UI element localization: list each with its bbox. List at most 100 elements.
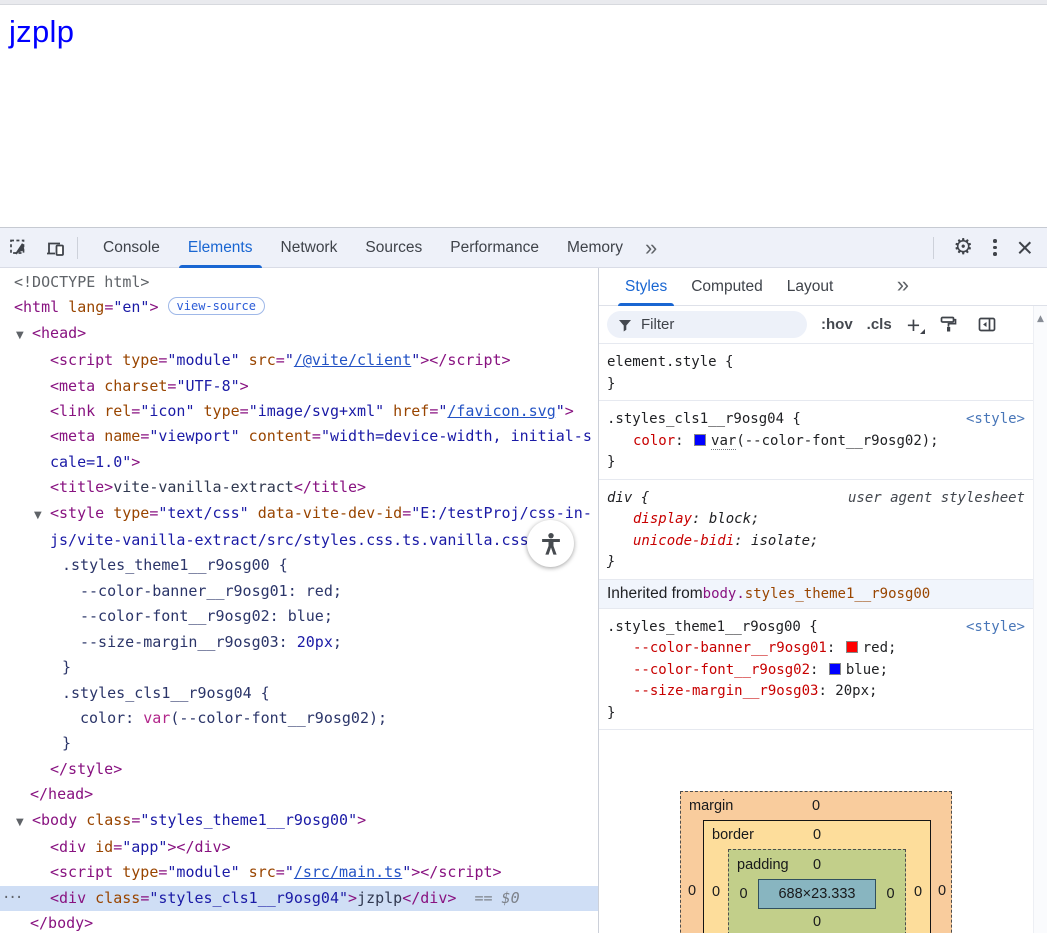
style-sections: element.style {} .styles_cls1__r9osg04 {<… [599,344,1033,730]
inherited-node-link[interactable]: body. [703,586,745,602]
tree-node[interactable]: --color-banner__r9osg01: red; [0,579,598,604]
box-model-diagram[interactable]: margin 0 0 border 0 0 padding 0 0 688×23… [680,791,952,933]
border-top-value[interactable]: 0 [813,827,821,843]
margin-top-value[interactable]: 0 [812,798,820,814]
tab-styles[interactable]: Styles [613,268,679,306]
css-declaration-line[interactable]: --color-font__r9osg02: blue; [599,660,1033,682]
styles-scrollbar[interactable]: ▲ [1033,306,1047,933]
padding-right-value[interactable]: 0 [876,886,905,902]
code-segment: = [402,503,412,522]
accessibility-button[interactable] [527,520,574,567]
tab-network[interactable]: Network [267,228,352,268]
scroll-up-arrow-icon[interactable]: ▲ [1034,314,1047,324]
format-styles-button[interactable] [939,315,958,334]
screen: { "page": { "heading": "jzplp", "heading… [0,0,1047,933]
resource-link[interactable]: /favicon.svg [447,402,555,420]
tree-node[interactable]: color: var(--color-font__r9osg02); [0,706,598,731]
css-declaration-line[interactable]: --size-margin__r9osg03: 20px; [599,681,1033,703]
code-segment: 20px [296,632,333,651]
css-declaration-line[interactable]: element.style { [599,352,1033,374]
tree-node-selected[interactable]: ··· <div class="styles_cls1__r9osg04">jzp… [0,885,598,912]
tab-memory[interactable]: Memory [553,228,637,268]
tab-computed[interactable]: Computed [679,268,775,306]
margin-left-value[interactable]: 0 [681,883,703,899]
tree-node[interactable]: </head> [0,782,598,807]
tree-node[interactable]: <script type="module" src="/@vite/client… [0,348,598,373]
more-tabs-button[interactable]: » [637,235,665,261]
tree-node[interactable]: <!DOCTYPE html> [0,270,598,295]
inherited-node-link[interactable]: styles_theme1__r9osg00 [745,586,930,602]
tree-node[interactable]: ▼ <head> [0,321,598,348]
resource-link[interactable]: /src/main.ts [294,863,402,881]
border-right-value[interactable]: 0 [906,884,930,900]
tab-layout[interactable]: Layout [775,268,846,306]
tree-node[interactable]: <script type="module" src="/src/main.ts"… [0,860,598,885]
tree-node[interactable]: ▼ <style type = "text/css" data-vite-dev-id… [0,501,598,528]
box-model-margin[interactable]: margin 0 0 border 0 0 padding 0 0 688×23… [680,791,952,933]
code-segment: .styles_theme1__r9osg00 { [62,556,288,575]
tree-node[interactable]: <div id="app"></div> [0,835,598,860]
tree-node[interactable]: js/vite-vanilla-extract/src/styles.css.t… [0,528,598,553]
css-declaration-line[interactable]: color: var(--color-font__r9osg02); [599,431,1033,453]
toggle-element-classes-button[interactable]: .cls [867,316,892,333]
css-declaration-line[interactable]: } [599,452,1033,474]
node-overflow-dots[interactable]: ··· [2,886,23,911]
css-declaration-line[interactable]: } [599,703,1033,725]
settings-gear-icon[interactable]: ⚙ [953,235,973,260]
box-model-padding[interactable]: padding 0 0 688×23.333 0 0 [728,849,906,933]
tree-node[interactable]: <meta name="viewport" content="width=dev… [0,424,598,449]
tree-node[interactable]: .styles_cls1__r9osg04 { [0,681,598,706]
sidebar-more-tabs-button[interactable]: » [889,272,917,298]
inspect-element-button[interactable] [2,231,36,265]
tree-node[interactable]: </style> [0,757,598,782]
tree-node[interactable]: <link rel="icon" type="image/svg+xml" hr… [0,399,598,424]
css-declaration-line[interactable]: .styles_theme1__r9osg00 {<style> [599,617,1033,639]
stylesheet-source-link[interactable]: <style> [966,409,1025,431]
tab-sources[interactable]: Sources [351,228,436,268]
blue-color-swatch[interactable] [828,662,841,675]
tab-elements[interactable]: Elements [174,228,267,268]
border-left-value[interactable]: 0 [704,884,728,900]
new-style-rule-button[interactable]: + [907,313,926,336]
styles-filter-input[interactable]: Filter [607,311,807,338]
code-segment[interactable]: var [711,432,737,450]
css-declaration-line[interactable]: unicode-bidi: isolate; [599,531,1033,553]
css-declaration-line[interactable]: div {user agent stylesheet [599,488,1033,510]
tree-node[interactable]: } [0,731,598,756]
stylesheet-source-link[interactable]: <style> [966,617,1025,639]
resource-link[interactable]: /@vite/client [294,351,411,369]
css-declaration-line[interactable]: .styles_cls1__r9osg04 {<style> [599,409,1033,431]
tree-node[interactable]: <meta charset="UTF-8"> [0,374,598,399]
blue-color-swatch[interactable] [694,433,707,446]
device-toolbar-button[interactable] [38,231,72,265]
tree-node[interactable]: --size-margin__r9osg03: 20px; [0,630,598,655]
tab-console[interactable]: Console [89,228,174,268]
close-devtools-button[interactable]: × [1017,233,1033,261]
tab-performance[interactable]: Performance [436,228,553,268]
css-declaration-line[interactable]: } [599,552,1033,574]
margin-right-value[interactable]: 0 [931,883,953,899]
css-declaration-line[interactable]: } [599,374,1033,396]
view-source-badge[interactable]: view-source [167,297,266,316]
tree-node[interactable]: ▼ <body class="styles_theme1__r9osg00"> [0,808,598,835]
css-declaration-line[interactable]: --color-banner__r9osg01: red; [599,638,1033,660]
dock-sidebar-button[interactable] [977,315,997,334]
customize-menu-icon[interactable] [993,239,997,256]
padding-top-value[interactable]: 0 [813,857,821,873]
box-model-content[interactable]: 688×23.333 [758,879,876,909]
tree-node[interactable]: cale=1.0"> [0,450,598,475]
tree-node[interactable]: <html lang="en"> view-source [0,295,598,320]
page-heading: jzplp [9,14,75,49]
code-segment: > [357,810,367,829]
padding-left-value[interactable]: 0 [729,886,758,902]
css-declaration-line[interactable]: display: block; [599,509,1033,531]
box-model-border[interactable]: border 0 0 padding 0 0 688×23.333 0 0 0 [703,820,931,933]
red-color-swatch[interactable] [845,641,858,653]
tree-node[interactable]: } [0,655,598,680]
tree-node[interactable]: --color-font__r9osg02: blue; [0,604,598,629]
tree-node[interactable]: .styles_theme1__r9osg00 { [0,553,598,578]
toggle-pseudo-classes-button[interactable]: :hov [821,316,853,333]
tree-node[interactable]: <title>vite-vanilla-extract</title> [0,475,598,500]
tree-node[interactable]: </body> [0,911,598,933]
padding-bottom-value[interactable]: 0 [729,909,905,933]
